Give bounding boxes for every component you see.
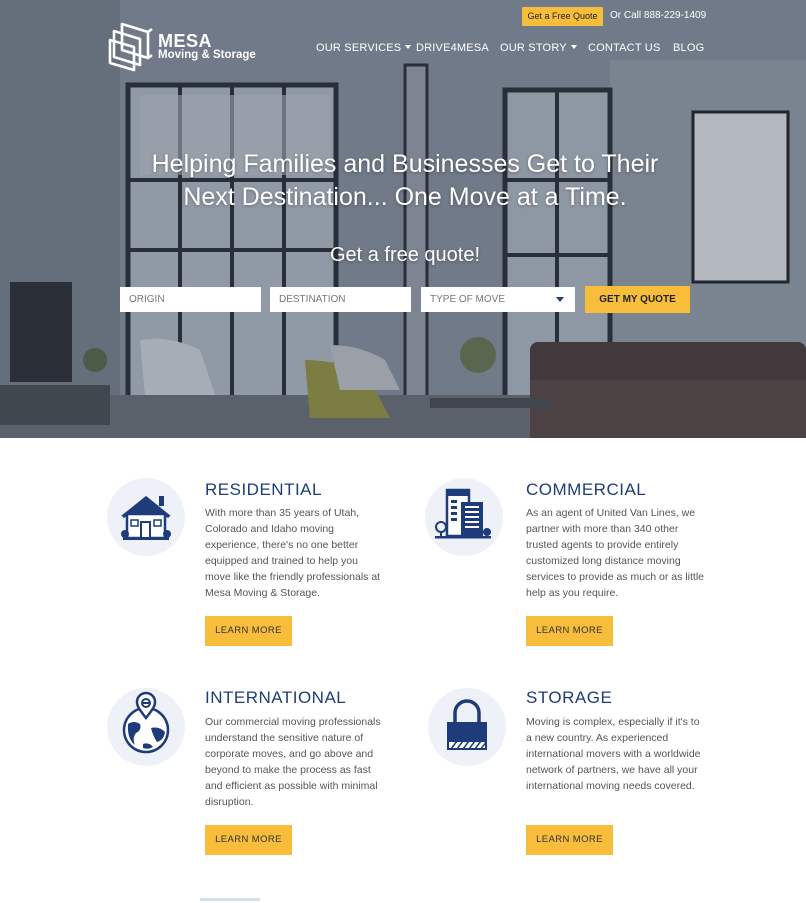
call-text: Or Call 888-229-1409 xyxy=(610,10,706,21)
international-text: Our commercial moving professionals unde… xyxy=(205,716,381,808)
phone-link[interactable]: 888-229-1409 xyxy=(644,10,706,21)
logo-cube-icon xyxy=(108,22,153,72)
residential-title: RESIDENTIAL xyxy=(205,480,322,499)
nav-blog[interactable]: BLOG xyxy=(673,42,704,54)
padlock-icon xyxy=(447,699,487,750)
house-icon xyxy=(121,496,171,540)
commercial-icon-circle xyxy=(425,478,503,556)
destination-input[interactable] xyxy=(270,287,411,312)
chevron-down-icon xyxy=(570,45,577,49)
logo-subtitle: Moving & Storage xyxy=(158,49,256,61)
next-section-edge xyxy=(0,898,806,903)
hero-title: Helping Families and Businesses Get to T… xyxy=(60,148,750,214)
storage-text: Moving is complex, especially if it's to… xyxy=(526,716,701,792)
nav-label: DRIVE4MESA xyxy=(416,42,489,54)
get-my-quote-button[interactable]: GET MY QUOTE xyxy=(585,286,690,313)
nav-label: BLOG xyxy=(673,42,705,54)
nav-label: OUR STORY xyxy=(500,42,567,54)
international-icon-circle xyxy=(107,688,185,766)
storage-title: STORAGE xyxy=(526,688,613,707)
call-label: Or Call xyxy=(610,10,642,21)
chevron-down-icon xyxy=(556,297,564,302)
nav-contact-us[interactable]: CONTACT US xyxy=(588,42,661,54)
storage-icon-circle xyxy=(428,688,506,766)
residential-learn-more-button[interactable]: LEARN MORE xyxy=(205,616,292,646)
residential-icon-circle xyxy=(107,478,185,556)
globe-pin-icon xyxy=(122,691,170,754)
divider xyxy=(200,898,260,901)
commercial-title: COMMERCIAL xyxy=(526,480,647,499)
nav-our-story[interactable]: OUR STORY xyxy=(500,42,577,54)
hero-subtitle: Get a free quote! xyxy=(329,244,481,266)
nav-drive4mesa[interactable]: DRIVE4MESA xyxy=(416,42,489,54)
nav-our-services[interactable]: OUR SERVICES xyxy=(316,42,412,54)
international-title: INTERNATIONAL xyxy=(205,688,347,707)
commercial-learn-more-button[interactable]: LEARN MORE xyxy=(526,616,613,646)
move-type-select[interactable]: TYPE OF MOVE xyxy=(421,287,575,312)
international-learn-more-button[interactable]: LEARN MORE xyxy=(205,825,292,855)
storage-learn-more-button[interactable]: LEARN MORE xyxy=(526,825,613,855)
chevron-down-icon xyxy=(405,45,412,49)
logo[interactable]: MESA Moving & Storage xyxy=(108,22,268,72)
commercial-text: As an agent of United Van Lines, we part… xyxy=(526,507,704,599)
hero-section: Get a Free Quote Or Call 888-229-1409 ME… xyxy=(0,0,806,438)
hero-title-line-2: Next Destination... One Move at a Time. xyxy=(183,183,627,211)
logo-name: MESA xyxy=(158,31,213,51)
nav-label: OUR SERVICES xyxy=(316,42,402,54)
origin-input[interactable] xyxy=(120,287,261,312)
office-building-icon xyxy=(435,488,491,539)
nav-label: CONTACT US xyxy=(588,42,661,54)
free-quote-button[interactable]: Get a Free Quote xyxy=(522,7,603,26)
residential-text: With more than 35 years of Utah, Colorad… xyxy=(205,507,381,599)
hero-title-line-1: Helping Families and Businesses Get to T… xyxy=(151,150,659,178)
